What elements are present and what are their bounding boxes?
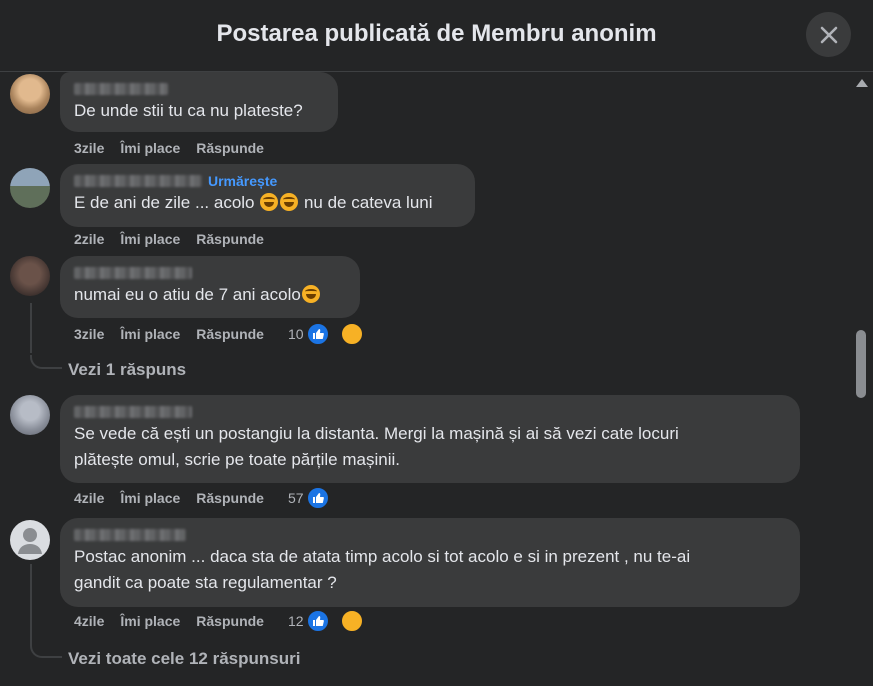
close-button[interactable] [806, 12, 851, 57]
like-icon [305, 486, 330, 510]
thread-line [30, 303, 32, 353]
reaction-count: 12 [287, 613, 304, 629]
thread-connector [30, 355, 62, 369]
comment-text-line-2: plătește omul, scrie pe toate părțile ma… [74, 450, 400, 469]
reaction-count: 57 [287, 490, 304, 506]
comment-bubble: De unde stii tu ca nu plateste? [60, 72, 338, 132]
like-action[interactable]: Îmi place [120, 140, 180, 156]
comment-bubble: Postac anonim ... daca sta de atata timp… [60, 518, 800, 607]
laughing-emoji-icon [301, 285, 320, 303]
comment-text: De unde stii tu ca nu plateste? [74, 101, 303, 120]
comment-time[interactable]: 3zile [74, 326, 104, 342]
comment-actions: 3zile Îmi place Răspunde [74, 138, 280, 158]
comment-actions: 4zile Îmi place Răspunde 57 [74, 486, 346, 510]
reaction-summary[interactable]: 10 [288, 322, 380, 346]
default-avatar-icon [18, 528, 42, 554]
comment-time[interactable]: 2zile [74, 231, 104, 247]
like-action[interactable]: Îmi place [120, 326, 180, 342]
comment-bubble: Urmărește E de ani de zile ... acolo nu … [60, 164, 475, 227]
avatar[interactable] [10, 256, 50, 296]
like-action[interactable]: Îmi place [120, 490, 180, 506]
haha-icon [339, 609, 364, 633]
avatar[interactable] [10, 168, 50, 208]
comment-text-part: nu de cateva luni [299, 193, 433, 212]
scroll-thumb[interactable] [856, 330, 866, 398]
thread-line [30, 564, 32, 644]
view-replies-link[interactable]: Vezi 1 răspuns [68, 360, 186, 380]
reaction-summary[interactable]: 57 [288, 486, 346, 510]
comment-actions: 3zile Îmi place Răspunde 10 [74, 322, 380, 346]
reply-action[interactable]: Răspunde [196, 231, 264, 247]
reply-action[interactable]: Răspunde [196, 140, 264, 156]
dialog-title: Postarea publicată de Membru anonim [216, 20, 657, 47]
follow-link[interactable]: Urmărește [208, 173, 277, 189]
comment-time[interactable]: 3zile [74, 140, 104, 156]
avatar[interactable] [10, 74, 50, 114]
reaction-summary[interactable]: 12 [288, 609, 380, 633]
reply-action[interactable]: Răspunde [196, 613, 264, 629]
scroll-up-arrow-icon[interactable] [856, 79, 868, 87]
like-icon [305, 609, 330, 633]
comment-text-line-1: Postac anonim ... daca sta de atata timp… [74, 547, 691, 566]
comment-text-line-2: gandit ca poate sta regulamentar ? [74, 573, 337, 592]
comment-time[interactable]: 4zile [74, 490, 104, 506]
like-action[interactable]: Îmi place [120, 613, 180, 629]
author-name-blurred[interactable] [74, 406, 192, 418]
avatar[interactable] [10, 395, 50, 435]
sad-icon [339, 322, 364, 346]
scrollbar[interactable] [852, 73, 873, 686]
comment-bubble: numai eu o atiu de 7 ani acolo [60, 256, 360, 318]
author-name-blurred[interactable] [74, 529, 186, 541]
comment-text: E de ani de zile ... acolo nu de cateva … [74, 190, 461, 216]
laughing-emoji-icon [260, 193, 279, 211]
author-name-blurred[interactable] [74, 267, 192, 279]
comment-actions: 4zile Îmi place Răspunde 12 [74, 609, 380, 633]
comment-text-line-1: Se vede că ești un postangiu la distanta… [74, 424, 679, 443]
reply-action[interactable]: Răspunde [196, 326, 264, 342]
close-icon [820, 26, 837, 43]
avatar[interactable] [10, 520, 50, 560]
dialog-header: Postarea publicată de Membru anonim [0, 0, 873, 72]
like-action[interactable]: Îmi place [120, 231, 180, 247]
author-name-blurred[interactable] [74, 83, 168, 95]
thread-connector [30, 644, 62, 658]
like-icon [305, 322, 330, 346]
comment-text-part: numai eu o atiu de 7 ani acolo [74, 285, 301, 304]
reply-action[interactable]: Răspunde [196, 490, 264, 506]
comment-bubble: Se vede că ești un postangiu la distanta… [60, 395, 800, 483]
reaction-count: 10 [287, 326, 304, 342]
comment-actions: 2zile Îmi place Răspunde [74, 229, 280, 249]
comment-time[interactable]: 4zile [74, 613, 104, 629]
view-replies-link[interactable]: Vezi toate cele 12 răspunsuri [68, 649, 300, 669]
comment-text-part: E de ani de zile ... acolo [74, 193, 255, 212]
laughing-emoji-icon [280, 193, 299, 211]
comment-text: numai eu o atiu de 7 ani acolo [74, 282, 346, 308]
author-name-blurred[interactable] [74, 175, 202, 187]
